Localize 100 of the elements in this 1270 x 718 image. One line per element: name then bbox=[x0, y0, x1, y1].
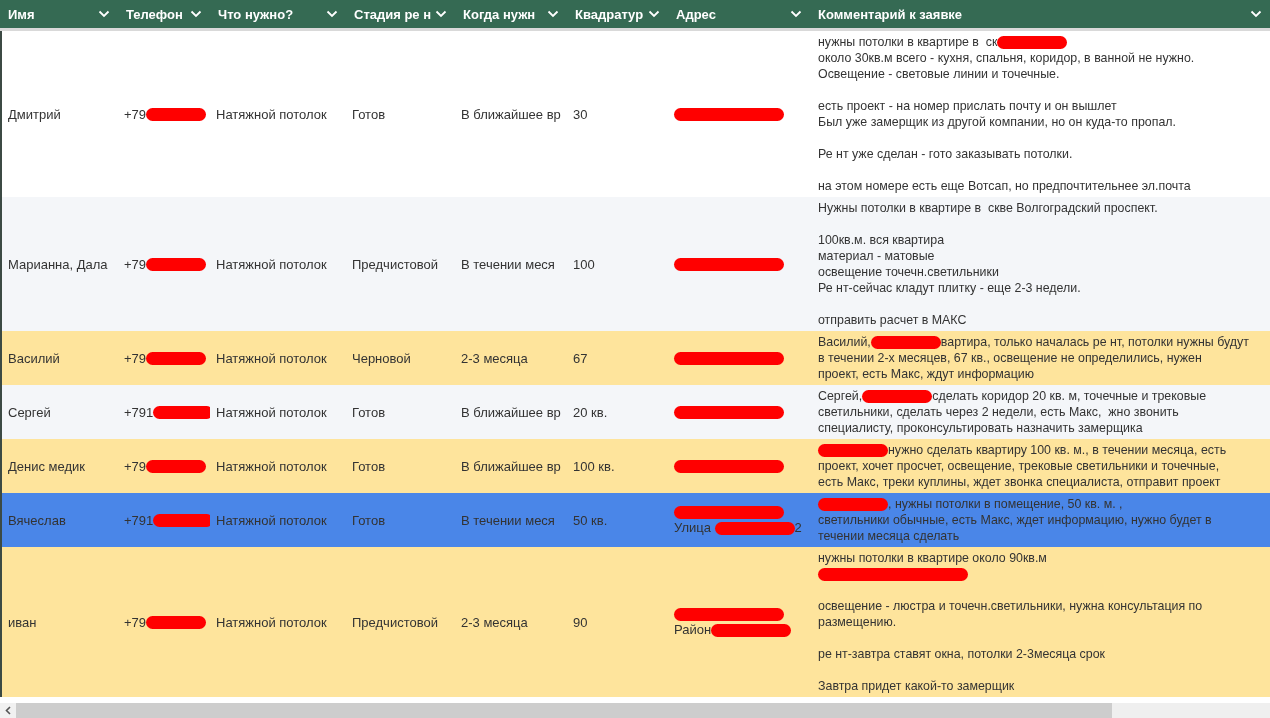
chevron-down-icon bbox=[790, 10, 802, 18]
redaction-mark bbox=[818, 497, 888, 511]
table-cell-text: Натяжной потолок bbox=[215, 512, 328, 528]
table-row[interactable] bbox=[2, 331, 1270, 385]
column-header[interactable]: Имя bbox=[0, 0, 118, 28]
chevron-down-icon bbox=[547, 10, 559, 18]
comment-text: около 30кв.м всего - кухня, спальня, коридор, в ванной не нужно. bbox=[818, 50, 1195, 66]
comment-text: светильники обычные, есть Макс, ждет информацию, нужно будет в bbox=[818, 512, 1212, 528]
column-header[interactable]: Что нужно? bbox=[210, 0, 346, 28]
column-header[interactable]: Когда нужн bbox=[455, 0, 567, 28]
name-cell-text: Василий bbox=[7, 350, 61, 366]
phone-text: +79 bbox=[124, 458, 147, 474]
table-cell-text: 67 bbox=[572, 350, 589, 366]
comment-text: Ре нт-сейчас кладут плитку - еще 2-3 недели. bbox=[818, 280, 1081, 296]
chevron-down-icon bbox=[190, 10, 202, 18]
phone-text: +791 bbox=[124, 404, 154, 420]
chevron-down-icon bbox=[98, 10, 110, 18]
comment-text: есть проект - на номер прислать почту и он вышлет bbox=[818, 98, 1117, 114]
table-cell-text: В течении меся bbox=[460, 512, 556, 528]
comment-text: на этом номере есть еще Вотсап, но предпочтительнее эл.почта bbox=[818, 178, 1191, 194]
comment-text: вартира, только началась ре нт, потолки нужны будут bbox=[940, 334, 1249, 350]
redaction-mark bbox=[818, 443, 888, 457]
comment-text: Завтра придет какой-то замерщик bbox=[818, 678, 1015, 694]
redaction-mark bbox=[146, 107, 207, 121]
table-cell-text: Готов bbox=[351, 404, 387, 420]
name-cell-text: Вячеслав bbox=[7, 512, 67, 528]
table-row[interactable] bbox=[2, 439, 1270, 493]
comment-text: Ре нт уже сделан - гото заказывать потолки. bbox=[818, 146, 1073, 162]
comment-text: 100кв.м. вся квартира bbox=[818, 232, 945, 248]
table-row[interactable] bbox=[2, 385, 1270, 439]
comment-text: Нужны потолки в квартире в скве Волгоградский проспект. bbox=[818, 200, 1158, 216]
comment-text: нужны потолки в квартире около 90кв.м bbox=[818, 550, 1047, 566]
table-cell-text: Натяжной потолок bbox=[215, 106, 328, 122]
name-cell-text: Денис медик bbox=[7, 458, 86, 474]
table-cell-text: В ближайшее вр bbox=[460, 458, 562, 474]
comment-text: сделать коридор 20 кв. м, точечные и трековые bbox=[932, 388, 1207, 404]
redaction-mark bbox=[146, 257, 207, 271]
table-cell-text: Натяжной потолок bbox=[215, 350, 328, 366]
column-header[interactable]: Адрес bbox=[668, 0, 810, 28]
comment-text: проект, есть Макс, ждут информацию bbox=[818, 366, 1035, 382]
table-cell-text: В ближайшее вр bbox=[460, 404, 562, 420]
chevron-down-icon bbox=[648, 10, 660, 18]
comment-text: светильники, сделать через 2 недели, есть Макс, жно звонить bbox=[818, 404, 1179, 420]
column-header[interactable]: Стадия ре н bbox=[346, 0, 455, 28]
comment-text: течении месяца сделать bbox=[818, 528, 960, 544]
comment-text: есть Макс, треки куплины, ждет звонка специалиста, отправит проект bbox=[818, 474, 1221, 490]
table-cell-text: Натяжной потолок bbox=[215, 256, 328, 272]
table-cell-text: 50 кв. bbox=[572, 512, 609, 528]
comment-text: размещению. bbox=[818, 614, 897, 630]
comment-text: Был уже замерщик из другой компании, но он куда-то пропал. bbox=[818, 114, 1176, 130]
table-cell-text: Натяжной потолок bbox=[215, 614, 328, 630]
redaction-mark bbox=[153, 513, 210, 527]
chevron-down-icon bbox=[435, 10, 447, 18]
redaction-mark bbox=[146, 351, 207, 365]
comment-text: ре нт-завтра ставят окна, потолки 2-3месяца срок bbox=[818, 646, 1106, 662]
table-cell-text: 2-3 месяца bbox=[460, 350, 529, 366]
name-cell-text: иван bbox=[7, 614, 38, 630]
column-header[interactable]: Квадратур bbox=[567, 0, 668, 28]
table-cell-text: Готов bbox=[351, 458, 387, 474]
chevron-down-icon bbox=[1250, 10, 1262, 18]
comment-text: отправить расчет в МАКС bbox=[818, 312, 967, 328]
table-cell-text: 90 bbox=[572, 614, 589, 630]
phone-text: +79 bbox=[124, 350, 147, 366]
redaction-mark bbox=[862, 389, 933, 403]
comment-text: освещение точечн.светильники bbox=[818, 264, 999, 280]
table-cell-text: Натяжной потолок bbox=[215, 404, 328, 420]
table-cell-text: Готов bbox=[351, 512, 387, 528]
comment-text: проект, хочет просчет, освещение, трековые светильники и точечные, bbox=[818, 458, 1220, 474]
table-cell-text: 20 кв. bbox=[572, 404, 609, 420]
name-cell-text: Дмитрий bbox=[7, 106, 62, 122]
name-cell-text: Сергей bbox=[7, 404, 52, 420]
table-cell-text: В течении меся bbox=[460, 256, 556, 272]
phone-text: +791 bbox=[124, 512, 154, 528]
table-row[interactable] bbox=[2, 547, 1270, 697]
redaction-mark bbox=[153, 405, 210, 419]
table-cell-text: В ближайшее вр bbox=[460, 106, 562, 122]
phone-text: +79 bbox=[124, 106, 147, 122]
table-row[interactable]: Вячеслав +791 Натяжной потолок Готов В течении меся 50 кв. Улица 2 , нужны потолки в помещение, 50 кв. м. , светильники обычные, есть Макс, ждет информацию, нужно будет в течении месяца сделать bbox=[2, 493, 1270, 547]
address-text: Улица bbox=[674, 520, 712, 536]
comment-text: нужно сделать квартиру 100 кв. м., в течении месяца, есть bbox=[888, 442, 1227, 458]
redaction-mark bbox=[997, 35, 1068, 49]
comment-text: , нужны потолки в помещение, 50 кв. м. , bbox=[888, 496, 1123, 512]
comment-text: Сергей, bbox=[818, 388, 863, 404]
table-row[interactable] bbox=[2, 197, 1270, 331]
column-header[interactable]: Телефон bbox=[118, 0, 210, 28]
table-cell-text: Предчистовой bbox=[351, 256, 439, 272]
redaction-mark bbox=[146, 615, 207, 629]
redaction-mark bbox=[146, 459, 207, 473]
phone-text: +79 bbox=[124, 256, 147, 272]
table-cell-text: Черновой bbox=[351, 350, 412, 366]
table-cell-text: 100 bbox=[572, 256, 596, 272]
chevron-down-icon bbox=[326, 10, 338, 18]
comment-text: Василий, bbox=[818, 334, 871, 350]
phone-text: +79 bbox=[124, 614, 147, 630]
table-cell-text: Готов bbox=[351, 106, 387, 122]
table-cell-text: Предчистовой bbox=[351, 614, 439, 630]
column-header[interactable]: Комментарий к заявке bbox=[810, 0, 1270, 28]
comment-text: материал - матовые bbox=[818, 248, 935, 264]
table-cell-text: 100 кв. bbox=[572, 458, 616, 474]
redaction-mark bbox=[870, 335, 941, 349]
